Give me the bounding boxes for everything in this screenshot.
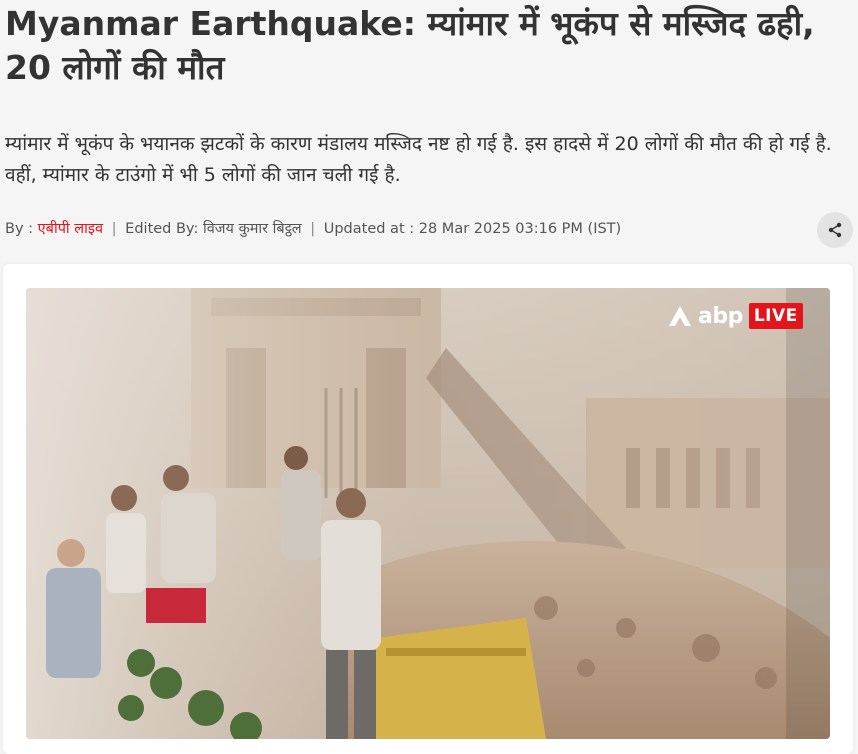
byline-separator: |: [310, 221, 316, 237]
live-badge: LIVE: [748, 303, 803, 329]
logo-text: abp: [698, 303, 743, 329]
by-label: By :: [5, 221, 34, 237]
article-photo[interactable]: abp LIVE: [26, 288, 830, 739]
share-icon: [828, 222, 842, 238]
editor-name: विजय कुमार बिट्ठल: [202, 221, 302, 237]
updated-timestamp: 28 Mar 2025 03:16 PM (IST): [418, 221, 622, 237]
abp-triangle-icon: [669, 306, 691, 326]
share-button[interactable]: [817, 212, 853, 248]
updated-label: Updated at :: [323, 221, 415, 237]
channel-logo: abp LIVE: [668, 300, 803, 332]
author-link[interactable]: एबीपी लाइव: [38, 221, 103, 237]
article-summary: म्यांमार में भूकंप के भयानक झटकों के कार…: [5, 133, 832, 186]
article-headline: Myanmar Earthquake: म्यांमार में भूकंप स…: [5, 4, 815, 87]
byline-separator: |: [111, 221, 117, 237]
earthquake-scene-image: [26, 288, 830, 739]
edited-label: Edited By:: [125, 221, 199, 237]
byline: By : एबीपी लाइव | Edited By: विजय कुमार …: [5, 219, 785, 239]
